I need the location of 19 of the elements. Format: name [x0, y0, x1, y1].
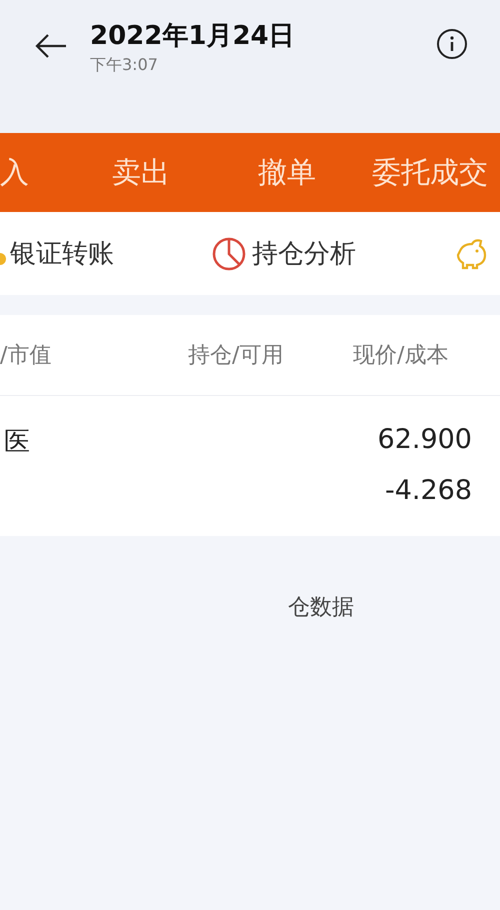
date-title: 2022年1月24日 — [90, 20, 296, 53]
column-header: 持仓/可用 — [188, 342, 284, 370]
stock-name: 医 — [3, 426, 31, 459]
current-price: 62.900 — [378, 424, 472, 455]
info-icon[interactable] — [436, 28, 468, 60]
empty-note: 仓数据 — [288, 594, 354, 622]
shortcut-button[interactable]: 银证转账 — [0, 236, 212, 271]
time-subtitle: 下午3:07 — [90, 55, 159, 76]
piggy-bank-icon — [455, 236, 489, 270]
trade-tab[interactable]: 撤单 — [258, 152, 372, 192]
cost-price: -4.268 — [384, 475, 472, 506]
back-arrow-icon[interactable] — [34, 32, 68, 60]
trade-tab[interactable]: 卖出 — [112, 152, 258, 192]
column-header: 现价/成本 — [353, 342, 448, 370]
trade-tab[interactable]: 入 — [0, 152, 112, 192]
pie-chart-icon — [212, 236, 246, 270]
trade-tab[interactable]: 委托成交 — [372, 152, 488, 192]
shortcut-button[interactable]: 持仓分析 — [212, 236, 455, 271]
column-header: /市值 — [0, 342, 52, 370]
